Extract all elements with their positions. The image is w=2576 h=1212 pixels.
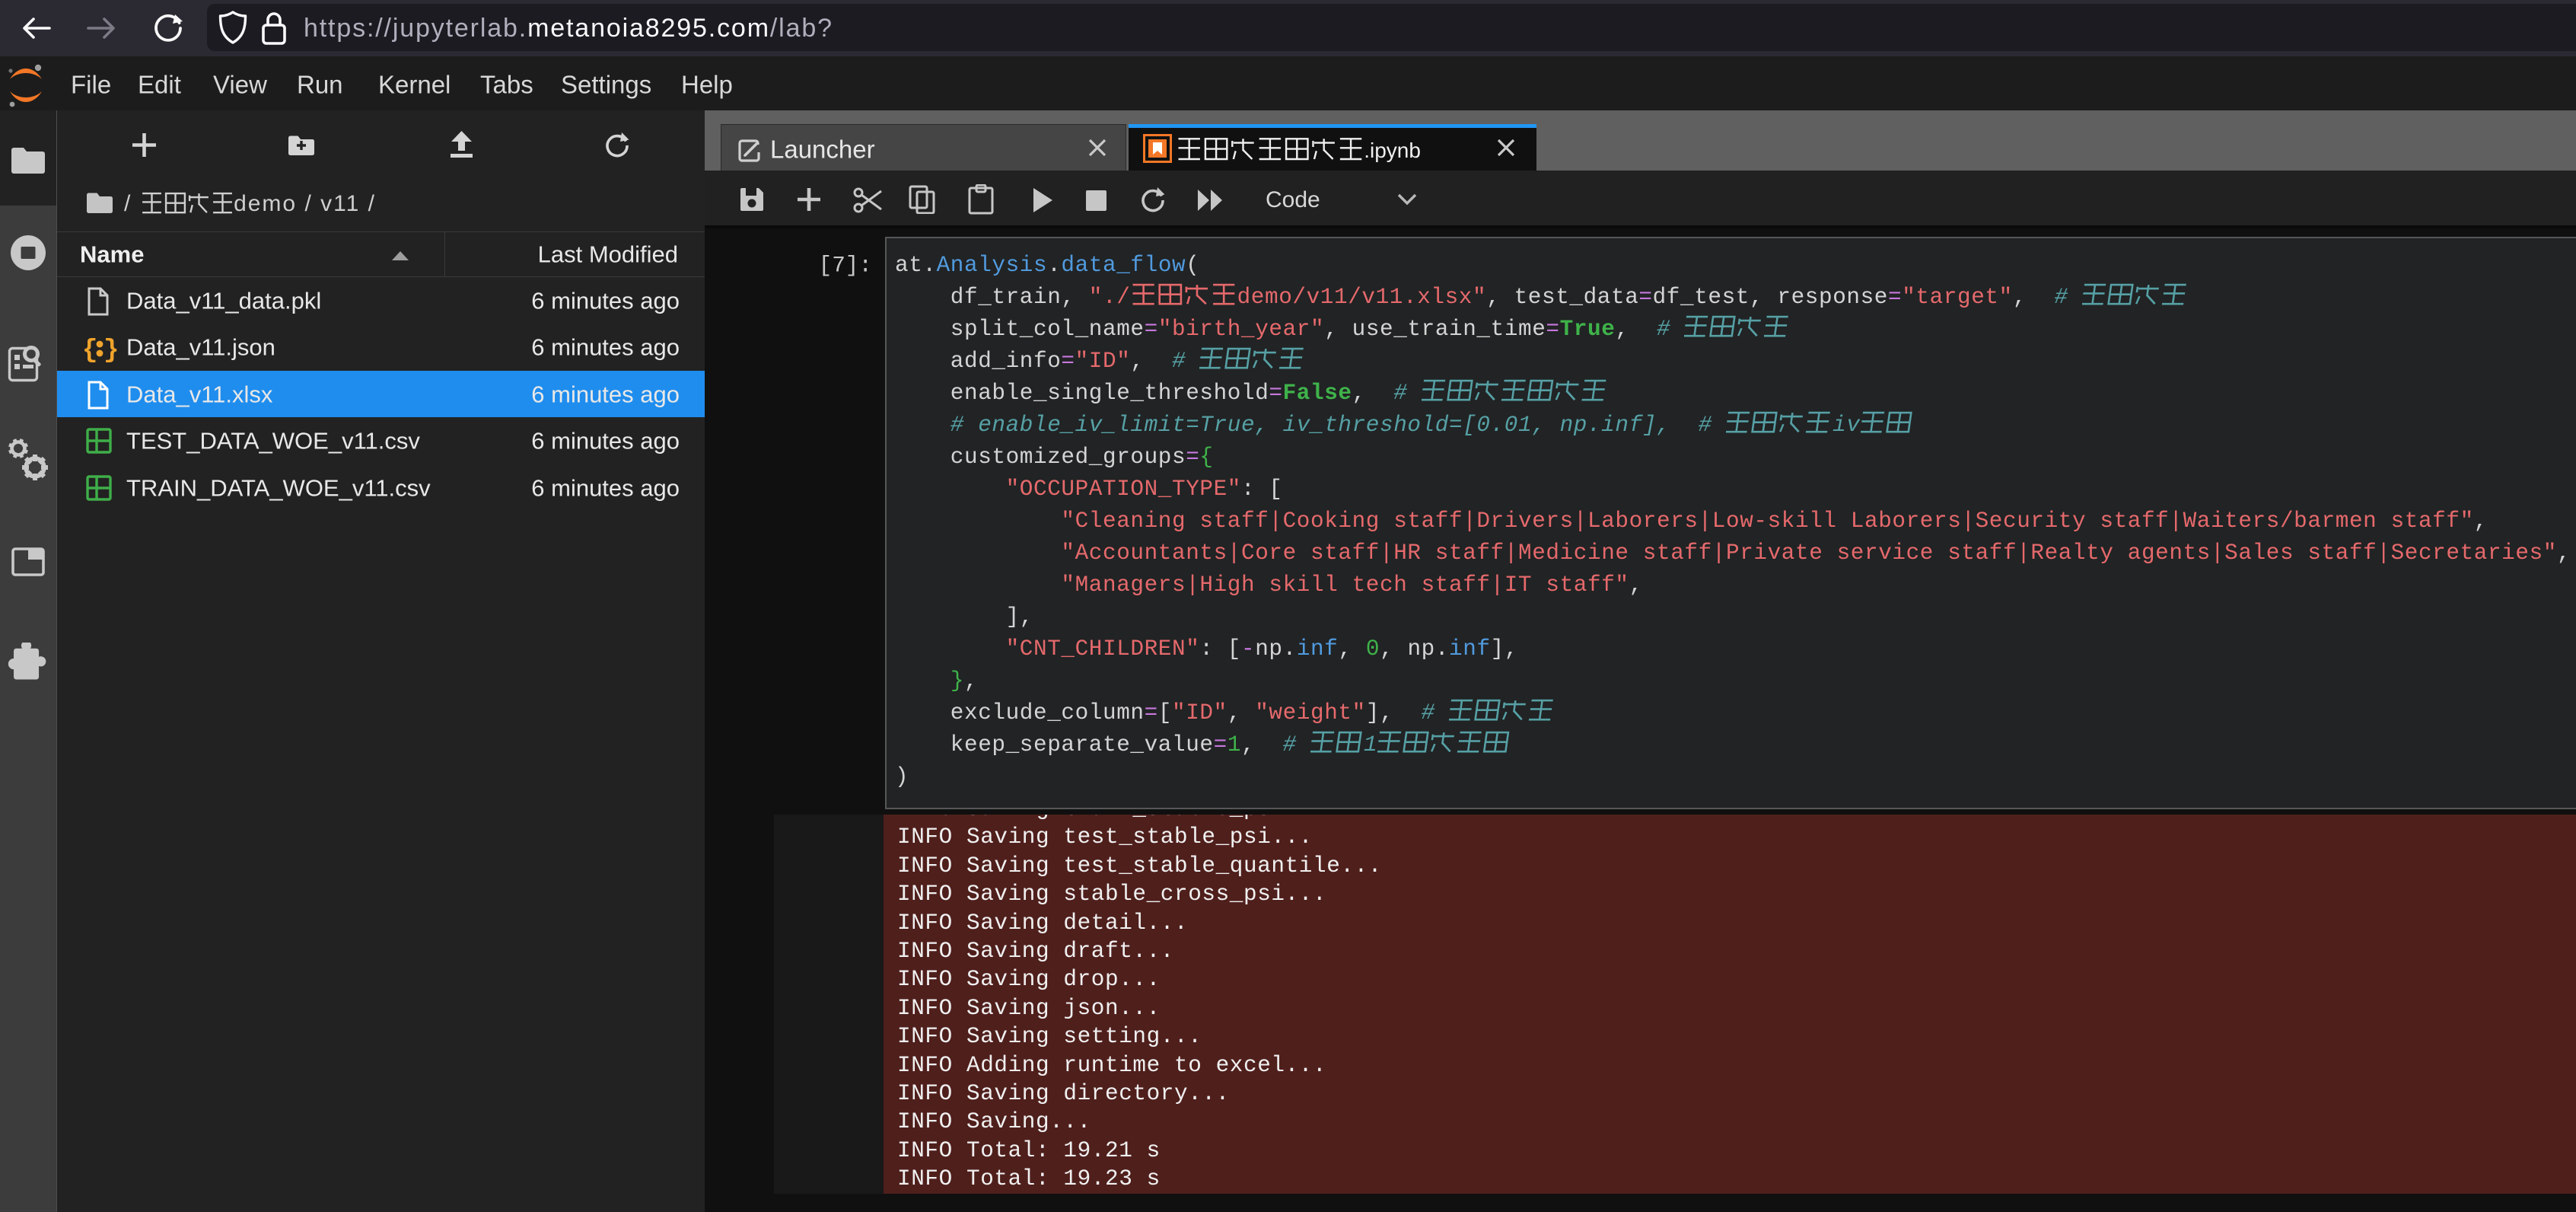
- svg-text:{: {: [84, 336, 97, 362]
- svg-text:}: }: [103, 336, 117, 362]
